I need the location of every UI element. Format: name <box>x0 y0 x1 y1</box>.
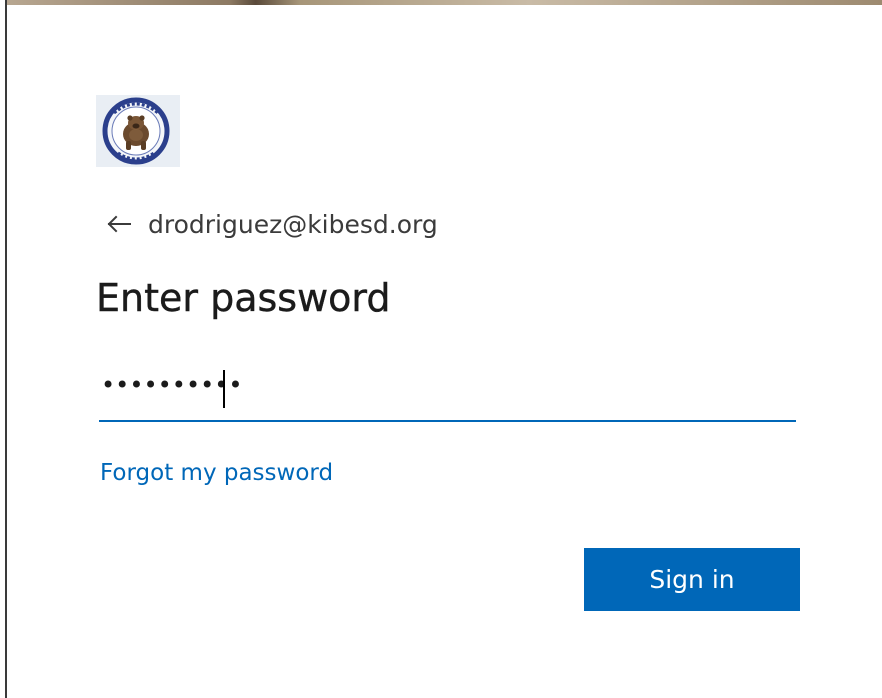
login-dialog: drodriguez@kibesd.org Enter password •••… <box>0 0 882 698</box>
window-top-strip <box>0 0 882 5</box>
window-left-edge <box>0 0 7 698</box>
page-title: Enter password <box>96 276 391 320</box>
account-email: drodriguez@kibesd.org <box>148 209 438 239</box>
password-field[interactable]: •••••••••• <box>99 360 796 422</box>
text-caret <box>223 370 225 408</box>
arrow-left-icon[interactable] <box>106 212 134 236</box>
password-masked-value: •••••••••• <box>101 371 243 399</box>
school-district-logo <box>96 95 180 167</box>
sign-in-button[interactable]: Sign in <box>584 548 800 611</box>
forgot-password-link[interactable]: Forgot my password <box>100 460 333 486</box>
identity-banner: drodriguez@kibesd.org <box>106 206 438 242</box>
